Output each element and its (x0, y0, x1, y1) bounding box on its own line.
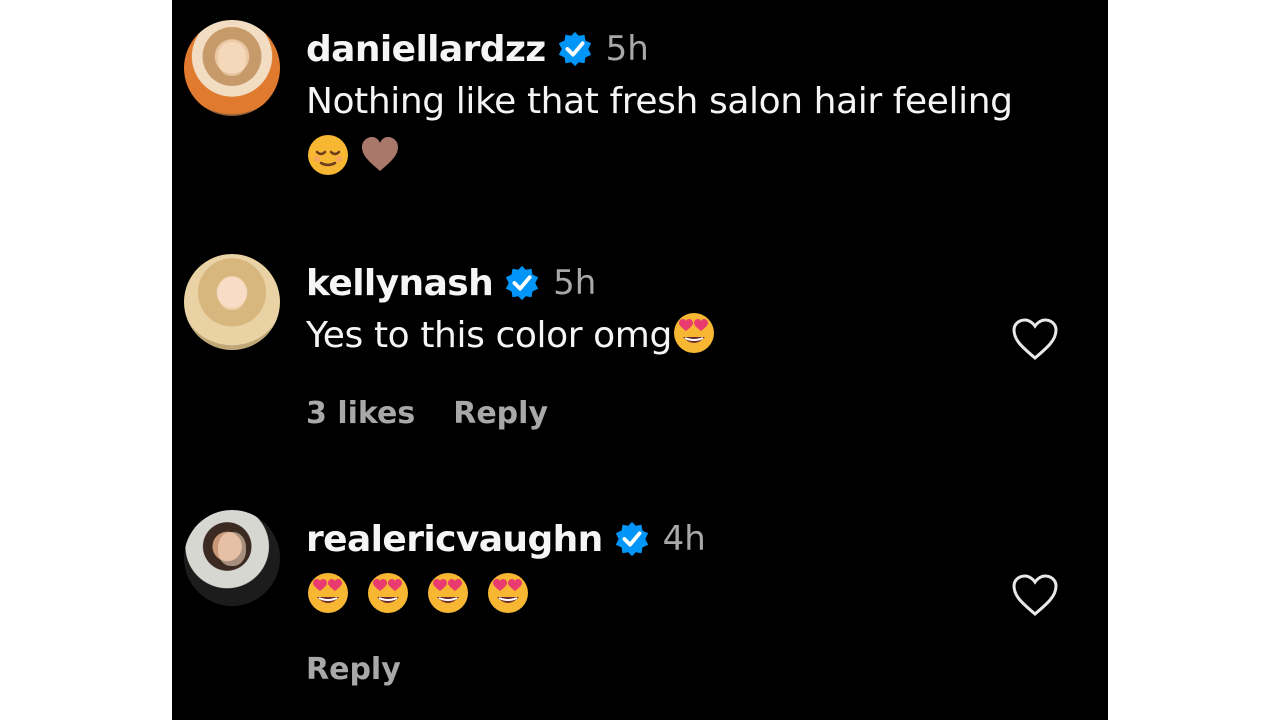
avatar[interactable] (184, 510, 280, 606)
likes-count[interactable]: 3 likes (306, 396, 415, 431)
reply-button[interactable]: Reply (453, 396, 548, 431)
comment-text (306, 568, 1066, 624)
avatar[interactable] (184, 254, 280, 350)
heart-eyes-face-icon (673, 313, 714, 353)
avatar[interactable] (184, 20, 280, 116)
reply-button[interactable]: Reply (306, 652, 401, 687)
comment-actions: Reply (306, 652, 401, 687)
verified-badge-icon (505, 265, 539, 301)
verified-badge-icon (558, 31, 591, 67)
relieved-face-icon (308, 135, 348, 175)
comment-time[interactable]: 4h (663, 519, 706, 559)
like-heart-icon[interactable] (1010, 572, 1060, 618)
heart-eyes-face-icon (428, 573, 468, 613)
comment-text: Nothing like that fresh salon hair feeli… (306, 74, 1066, 186)
comment-username[interactable]: daniellardzz (306, 29, 546, 70)
comment-time[interactable]: 5h (553, 263, 596, 303)
comment-actions: 3 likes Reply (306, 396, 548, 431)
heart-eyes-face-icon (368, 573, 408, 613)
comments-panel: daniellardzz 5h Nothing like that fresh … (172, 0, 1108, 720)
comment-text: Yes to this color omg (306, 308, 1066, 364)
comment-username[interactable]: realericvaughn (306, 519, 603, 560)
comment-time[interactable]: 5h (606, 29, 649, 69)
heart-eyes-face-icon (308, 573, 348, 613)
like-heart-icon[interactable] (1010, 316, 1060, 362)
comment-username[interactable]: kellynash (306, 263, 494, 304)
heart-eyes-face-icon (488, 573, 528, 613)
brown-heart-icon (362, 137, 398, 171)
verified-badge-icon (615, 521, 648, 557)
